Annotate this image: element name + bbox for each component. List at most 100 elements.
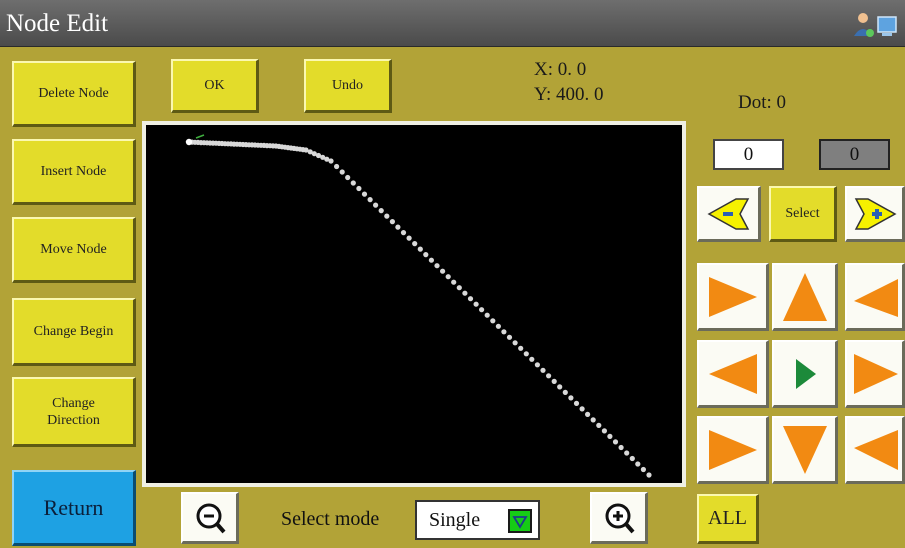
- move-left-down-button[interactable]: [845, 263, 905, 331]
- move-right-up-button[interactable]: [697, 416, 769, 484]
- monitor-icon: [877, 16, 897, 36]
- path-node: [618, 444, 624, 451]
- start-node: [185, 138, 193, 146]
- path-node: [573, 400, 580, 406]
- arrow-left-icon: [853, 278, 898, 317]
- path-node: [389, 219, 395, 225]
- path-node: [534, 362, 540, 368]
- arrow-left-icon: [853, 429, 898, 470]
- zoom-out-button[interactable]: [181, 492, 239, 544]
- path-node: [562, 389, 568, 395]
- path-node: [495, 323, 501, 329]
- path-node: [484, 312, 490, 318]
- arrow-left-icon: [708, 353, 757, 394]
- path-node: [373, 202, 379, 208]
- zoom-in-button[interactable]: [590, 492, 648, 544]
- direction-marker: [195, 134, 205, 139]
- path-node: [451, 279, 457, 285]
- path-node: [467, 296, 474, 302]
- dropdown-arrow-icon[interactable]: [508, 509, 532, 533]
- path-node: [345, 174, 351, 181]
- range-to-field: 0: [819, 139, 890, 170]
- zoom-in-icon: [605, 503, 635, 533]
- path-node: [361, 191, 368, 197]
- move-left-up-button[interactable]: [845, 416, 905, 484]
- move-right-button[interactable]: [845, 340, 905, 408]
- path-node: [635, 461, 641, 467]
- path-node: [529, 356, 535, 362]
- window-title: Node Edit: [6, 10, 109, 37]
- path-node: [434, 263, 440, 269]
- path-node: [607, 433, 613, 439]
- zoom-out-icon: [196, 503, 226, 533]
- arrow-right-icon: [708, 429, 757, 470]
- arrow-down-icon: [782, 425, 827, 474]
- path-node: [400, 230, 407, 236]
- insert-node-button[interactable]: Insert Node: [12, 139, 136, 205]
- path-node: [417, 246, 423, 252]
- path-node: [557, 384, 563, 390]
- path-canvas[interactable]: [142, 121, 686, 487]
- path-node: [579, 406, 585, 412]
- arrow-up-icon: [782, 272, 827, 321]
- move-down-button[interactable]: [772, 416, 838, 484]
- path-node: [334, 163, 340, 170]
- path-node: [395, 224, 401, 230]
- path-node: [339, 169, 345, 175]
- title-bar: Node Edit: [0, 0, 905, 47]
- path-node: [378, 208, 384, 214]
- node-path: [185, 134, 652, 478]
- path-node: [540, 367, 546, 373]
- arrow-right-icon: [708, 276, 757, 317]
- return-button[interactable]: Return: [12, 470, 136, 546]
- next-node-button[interactable]: [845, 186, 905, 242]
- path-node: [406, 235, 412, 241]
- move-node-button[interactable]: Move Node: [12, 217, 136, 283]
- move-right-down-button[interactable]: [697, 263, 769, 331]
- next-node-icon: [854, 197, 897, 230]
- path-nodes: [186, 139, 652, 478]
- path-node: [356, 185, 362, 192]
- path-node: [624, 450, 630, 456]
- path-node: [384, 213, 390, 219]
- path-node: [523, 351, 529, 357]
- path-node: [629, 455, 635, 462]
- user-icon: [854, 13, 874, 37]
- select-mode-label: Select mode: [281, 508, 380, 530]
- range-arrow: ->: [763, 145, 781, 166]
- path-node: [412, 241, 418, 247]
- delete-node-button[interactable]: Delete Node: [12, 61, 136, 127]
- path-node: [462, 290, 468, 296]
- path-node: [473, 301, 479, 307]
- path-node: [512, 340, 518, 346]
- path-node: [456, 285, 462, 291]
- select-mode-dropdown[interactable]: Single: [415, 500, 540, 540]
- path-node: [479, 307, 485, 313]
- x-coordinate: X: 0. 0: [534, 59, 587, 80]
- dot-count: Dot: 0: [738, 92, 787, 113]
- select-mode-value: Single: [429, 508, 481, 531]
- path-node: [428, 257, 434, 263]
- path-node: [367, 197, 373, 203]
- change-begin-button[interactable]: Change Begin: [12, 298, 136, 366]
- prev-node-icon: [706, 197, 749, 230]
- path-node: [601, 428, 607, 434]
- move-up-button[interactable]: [772, 263, 838, 331]
- undo-button[interactable]: Undo: [304, 59, 392, 113]
- path-node: [445, 274, 451, 280]
- path-node: [590, 417, 596, 423]
- play-icon: [795, 358, 816, 389]
- play-button[interactable]: [772, 340, 838, 408]
- ok-button[interactable]: OK: [171, 59, 259, 113]
- prev-node-button[interactable]: [697, 186, 761, 242]
- path-node: [440, 268, 446, 274]
- change-direction-button[interactable]: Change Direction: [12, 377, 136, 447]
- select-all-button[interactable]: ALL: [697, 494, 759, 544]
- move-left-button[interactable]: [697, 340, 769, 408]
- system-tray: [854, 13, 897, 37]
- path-node: [596, 422, 602, 428]
- path-node: [501, 329, 507, 335]
- path-node: [423, 252, 429, 258]
- y-coordinate: Y: 400. 0: [534, 84, 604, 105]
- select-node-button[interactable]: Select: [769, 186, 837, 242]
